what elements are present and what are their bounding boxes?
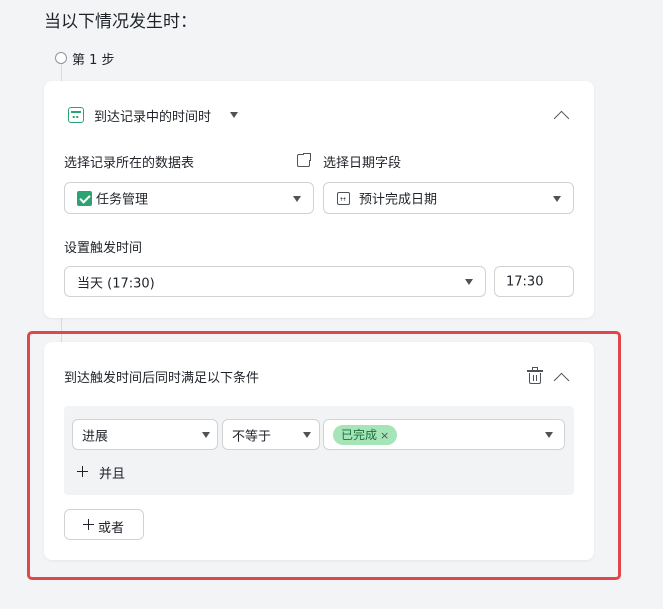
calendar-grid-icon: [68, 107, 84, 123]
highlight-annotation-box: [27, 331, 621, 580]
trigger-type-dropdown-icon[interactable]: [230, 112, 238, 118]
checkbox-checked-icon: [77, 191, 92, 206]
table-select[interactable]: 任务管理: [64, 182, 314, 214]
date-field-value: 预计完成日期: [359, 192, 438, 208]
trigger-time-label: 设置触发时间: [64, 241, 143, 256]
chevron-down-icon: [553, 196, 561, 202]
step-dot-icon: [55, 52, 67, 64]
trigger-time-value: 17:30: [506, 274, 544, 289]
external-link-icon[interactable]: [297, 152, 312, 167]
trigger-card: 到达记录中的时间时 选择记录所在的数据表 选择日期字段 任务管理 预计完成日期 …: [44, 81, 594, 318]
page-heading: 当以下情况发生时：: [44, 12, 197, 32]
chevron-down-icon: [293, 196, 301, 202]
trigger-time-input[interactable]: 17:30: [494, 266, 574, 297]
step-label: 第 1 步: [72, 53, 115, 68]
calendar-icon: [337, 192, 350, 205]
trigger-day-value: 当天 (17:30): [77, 276, 155, 291]
trigger-type-label[interactable]: 到达记录中的时间时: [94, 106, 211, 125]
trigger-day-select[interactable]: 当天 (17:30): [64, 266, 486, 297]
table-select-label: 选择记录所在的数据表: [64, 156, 195, 171]
date-field-select[interactable]: 预计完成日期: [323, 182, 574, 214]
date-field-label: 选择日期字段: [323, 156, 402, 171]
chevron-down-icon: [465, 279, 473, 285]
table-select-value: 任务管理: [96, 192, 149, 208]
collapse-chevron-up-icon[interactable]: [553, 110, 570, 127]
